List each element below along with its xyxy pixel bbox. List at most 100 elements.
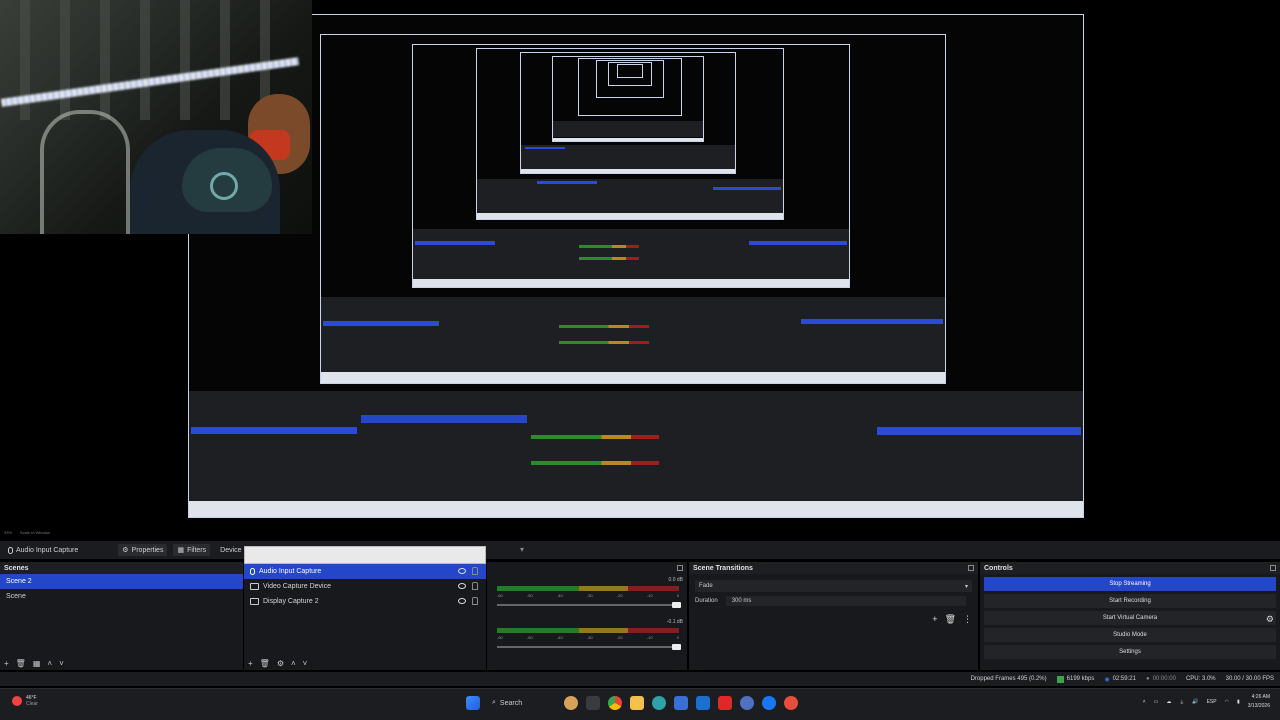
duration-input[interactable]: 300 ms: [725, 596, 966, 606]
edge-icon[interactable]: [652, 696, 666, 710]
clock[interactable]: 4:26 AM 3/13/2026: [1248, 693, 1270, 711]
eye-icon[interactable]: [458, 598, 466, 604]
lock-icon[interactable]: [472, 567, 478, 575]
transition-type-select[interactable]: Fade ▾: [695, 580, 972, 592]
file-explorer-icon[interactable]: [630, 696, 644, 710]
bitrate-indicator: 6199 kbps: [1056, 675, 1094, 683]
search-icon: ⌕: [492, 699, 496, 706]
scene-transitions-dock: Scene Transitions Fade ▾ Duration 300 ms…: [689, 562, 978, 670]
add-icon[interactable]: +: [4, 659, 9, 668]
preview-scale-mode[interactable]: Scale to Window: [20, 530, 50, 535]
start-virtual-camera-button[interactable]: Start Virtual Camera: [984, 611, 1276, 625]
filters-button[interactable]: ▦ Filters: [173, 544, 211, 556]
volume-slider-handle[interactable]: [672, 644, 681, 650]
source-item[interactable]: Audio Input Capture: [244, 564, 486, 579]
more-vertical-icon[interactable]: ⋮: [963, 614, 972, 625]
device-dropdown-popup[interactable]: [244, 546, 486, 564]
volume-slider-handle[interactable]: [672, 602, 681, 608]
dropped-frames: Dropped Frames 495 (0.2%): [970, 676, 1047, 682]
chevron-up-icon[interactable]: ˄: [47, 659, 52, 668]
sources-footer: + 🗑 ⚙ ˄ ˅: [244, 656, 486, 670]
system-tray: ˄ ▭ ☁ ⏚ 🔊 ESP ◠ ▮ 4:26 AM 3/13/2026: [1143, 693, 1270, 711]
weather-widget[interactable]: 46°F Clear: [12, 695, 38, 707]
source-item[interactable]: Display Capture 2: [244, 594, 486, 609]
wifi-icon[interactable]: ◠: [1225, 699, 1229, 705]
record-time: ● 00:00:00: [1145, 676, 1176, 682]
chevron-down-icon[interactable]: ˅: [303, 659, 308, 668]
battery-icon[interactable]: ▮: [1237, 699, 1240, 705]
facebook-icon[interactable]: [762, 696, 776, 710]
chevron-up-icon[interactable]: ˄: [1143, 699, 1146, 705]
scenes-dock-title: Scenes: [0, 562, 243, 574]
chevron-up-icon[interactable]: ˄: [291, 659, 296, 668]
eye-icon[interactable]: [458, 568, 466, 574]
cap-logo-icon: [210, 172, 238, 200]
microphone-icon: [8, 546, 13, 554]
scene-item[interactable]: Scene 2: [0, 574, 243, 589]
meter-scale: -60 -50 -40 -30 -20 -10 0: [497, 593, 679, 598]
eye-icon[interactable]: [458, 583, 466, 589]
add-icon[interactable]: +: [932, 614, 937, 625]
popout-icon[interactable]: [677, 565, 683, 571]
add-icon[interactable]: +: [248, 659, 253, 668]
transition-tools: + 🗑 ⋮: [932, 614, 972, 625]
popout-icon[interactable]: [1270, 565, 1276, 571]
selected-source-label: Audio Input Capture: [4, 545, 82, 556]
usb-icon[interactable]: ⏚: [1179, 699, 1184, 706]
chevron-down-icon: ▾: [964, 583, 968, 590]
properties-button[interactable]: ⚙ Properties: [118, 544, 168, 556]
volume-slider[interactable]: [497, 604, 679, 606]
outlook-icon[interactable]: [696, 696, 710, 710]
settings-button[interactable]: Settings: [984, 645, 1276, 659]
preview-canvas[interactable]: 93% Scale to Window: [0, 0, 1280, 540]
fps-indicator: 30.00 / 30.00 FPS: [1225, 676, 1274, 682]
lock-icon[interactable]: [472, 582, 478, 590]
controls-dock: Controls Stop Streaming Start Recording …: [980, 562, 1280, 670]
microphone-icon: [250, 568, 255, 575]
controls-dock-title: Controls: [980, 562, 1280, 574]
monitor-icon: [250, 598, 259, 605]
source-toolbar: Audio Input Capture ⚙ Properties ▦ Filte…: [0, 541, 1280, 559]
taskbar-search[interactable]: ⌕ Search: [488, 695, 556, 711]
filter-icon[interactable]: ▦: [33, 659, 41, 668]
studio-mode-button[interactable]: Studio Mode: [984, 628, 1276, 642]
mixer-track: 0.0 dB -60 -50 -40 -30 -20 -10 0: [487, 574, 687, 616]
device-label: Device: [220, 546, 242, 554]
source-item[interactable]: Video Capture Device: [244, 579, 486, 594]
record-icon: ●: [1145, 676, 1150, 682]
chrome-icon[interactable]: [608, 696, 622, 710]
widget-icon[interactable]: [564, 696, 578, 710]
chevron-down-icon[interactable]: ˅: [59, 659, 64, 668]
popout-icon[interactable]: [968, 565, 974, 571]
speaker-icon[interactable]: 🔊: [1192, 699, 1198, 705]
lock-icon[interactable]: [472, 597, 478, 605]
volume-slider[interactable]: [497, 646, 679, 648]
gear-icon[interactable]: ⚙: [1266, 614, 1274, 625]
windows-start-icon[interactable]: [466, 696, 480, 710]
language-indicator[interactable]: ESP: [1207, 699, 1217, 705]
audio-mixer-dock: 0.0 dB -60 -50 -40 -30 -20 -10 0 -0.1 dB…: [487, 562, 687, 670]
trash-icon[interactable]: 🗑: [16, 659, 26, 668]
sources-dock: Audio Input Capture Video Capture Device…: [244, 564, 486, 670]
webcam-feed: [0, 0, 312, 234]
stream-time: ◉ 02:59:21: [1104, 676, 1136, 683]
stop-streaming-button[interactable]: Stop Streaming: [984, 577, 1276, 591]
chevron-down-icon[interactable]: ▾: [520, 545, 524, 554]
steam-icon[interactable]: [740, 696, 754, 710]
signal-icon: [1056, 675, 1064, 683]
trash-icon[interactable]: 🗑: [945, 614, 956, 625]
network-icon[interactable]: ▭: [1154, 699, 1159, 705]
task-view-icon[interactable]: [586, 696, 600, 710]
trash-icon[interactable]: 🗑: [260, 659, 270, 668]
cloud-icon[interactable]: ☁: [1166, 699, 1171, 705]
taskbar: 46°F Clear ⌕ Search ˄ ▭ ☁ ⏚ 🔊 ESP ◠ ▮ 4:…: [0, 688, 1280, 720]
gear-icon[interactable]: ⚙: [277, 659, 284, 668]
store-icon[interactable]: [674, 696, 688, 710]
volume-meter: [497, 628, 679, 633]
obs-icon[interactable]: [784, 696, 798, 710]
track-db: -0.1 dB: [666, 619, 683, 625]
youtube-icon[interactable]: [718, 696, 732, 710]
start-recording-button[interactable]: Start Recording: [984, 594, 1276, 608]
mixer-track: -0.1 dB -60 -50 -40 -30 -20 -10 0: [487, 616, 687, 658]
scene-item[interactable]: Scene: [0, 589, 243, 604]
